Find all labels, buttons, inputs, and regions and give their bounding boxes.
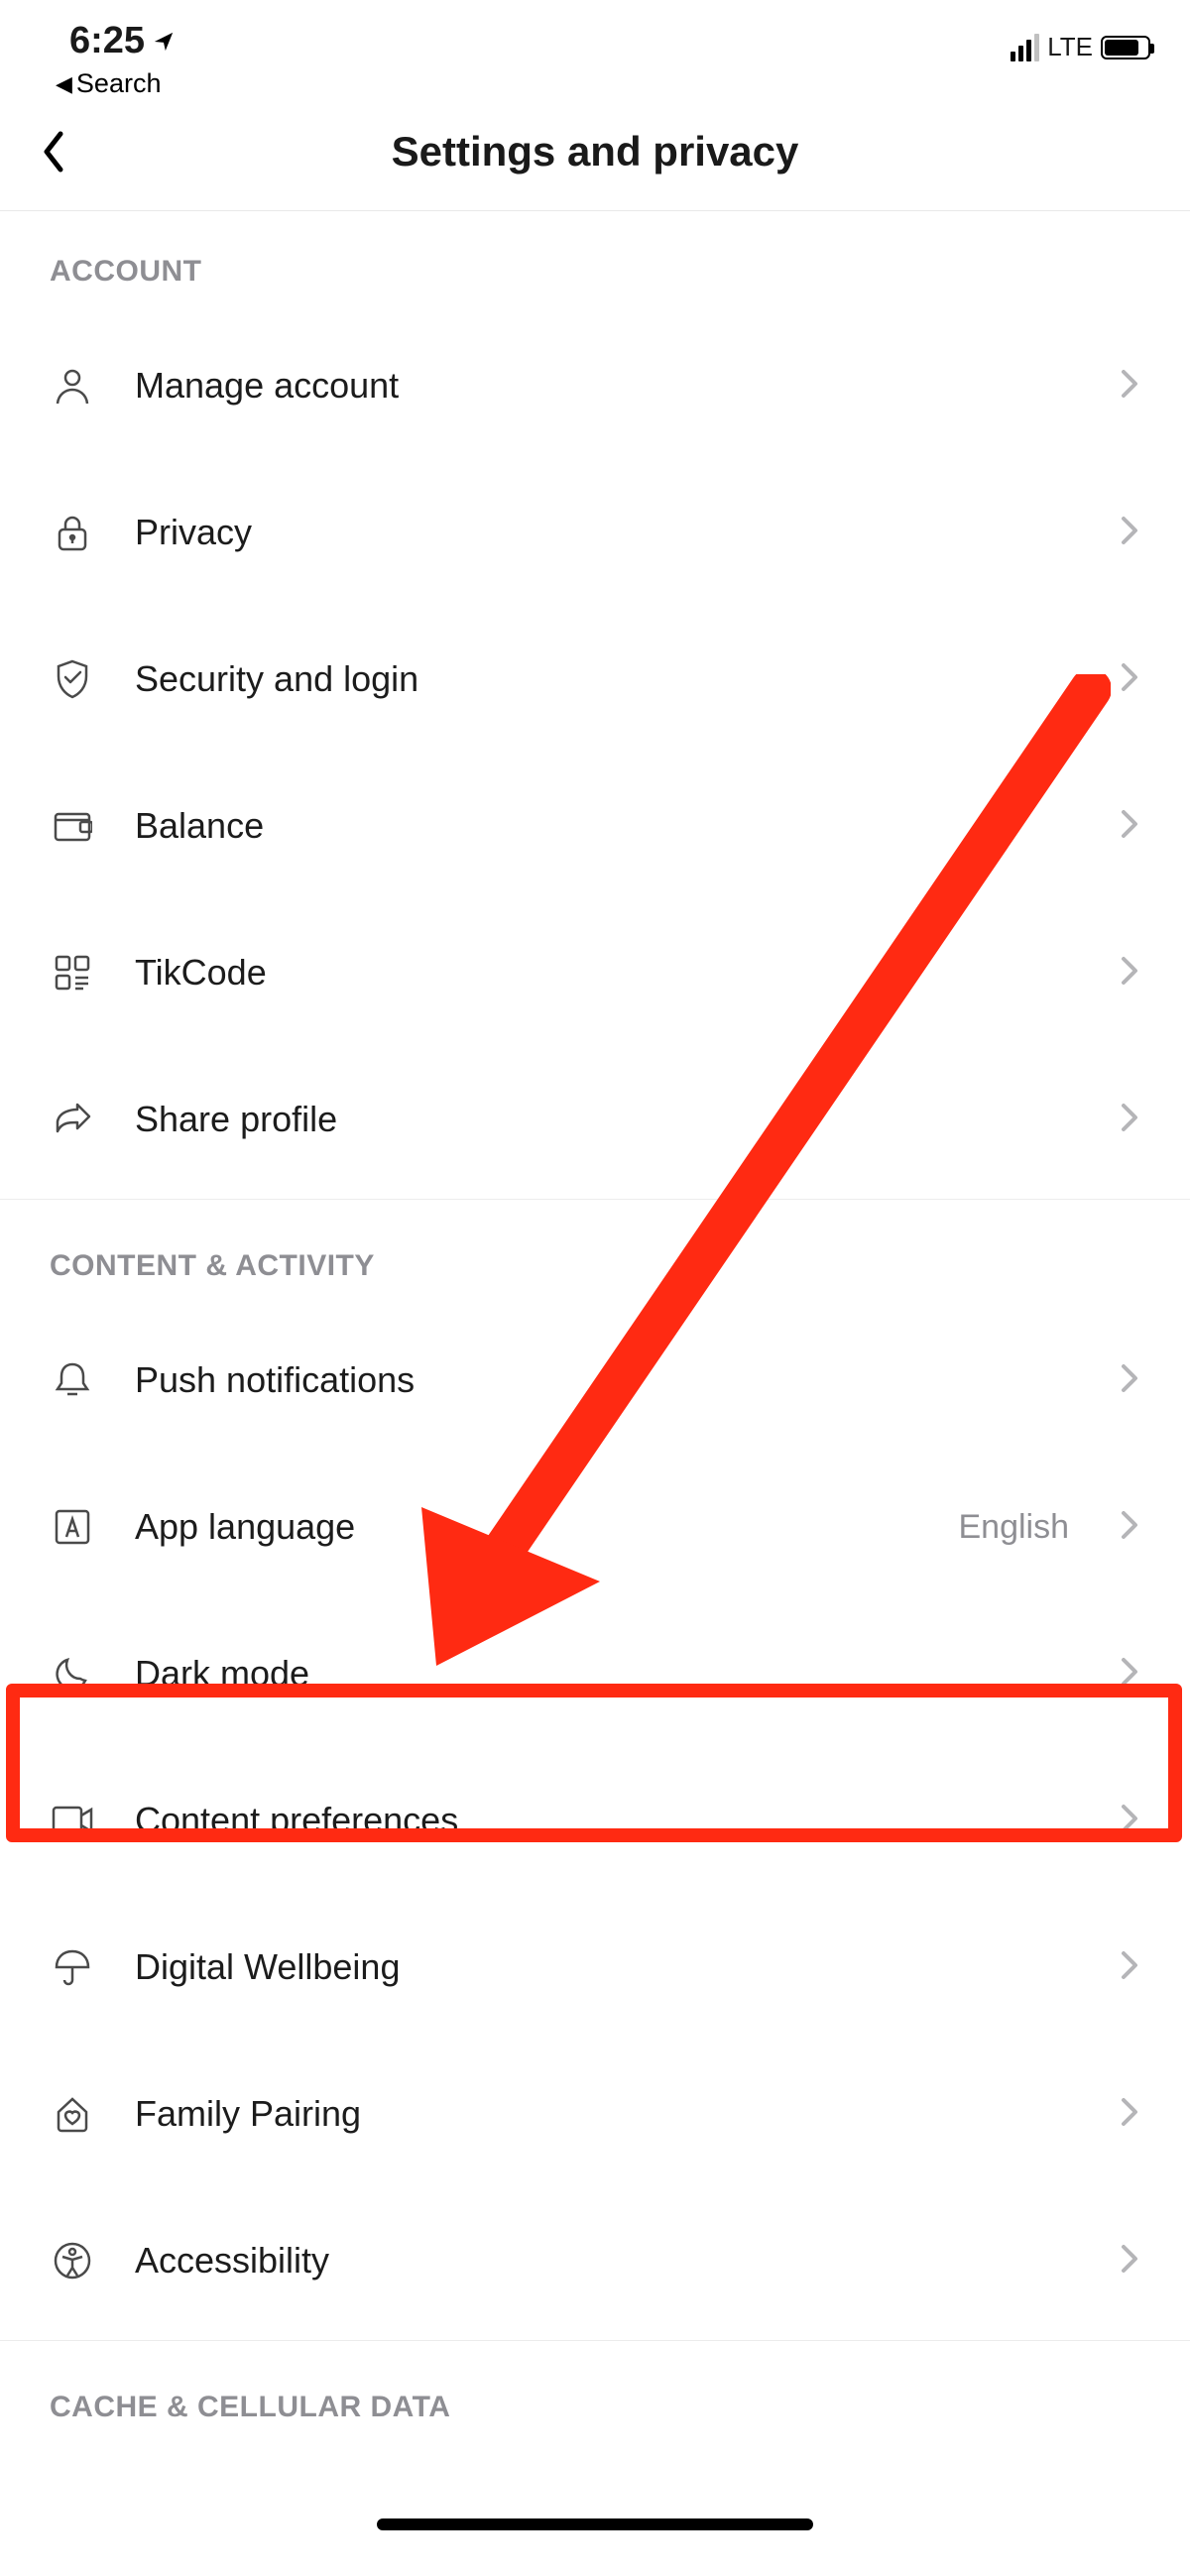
chevron-right-icon bbox=[1121, 1510, 1140, 1545]
row-label: Accessibility bbox=[135, 2240, 1081, 2282]
status-time: 6:25 bbox=[69, 20, 175, 62]
umbrella-icon bbox=[50, 1947, 95, 1987]
chevron-right-icon bbox=[1121, 369, 1140, 404]
row-dark-mode[interactable]: Dark mode bbox=[0, 1600, 1190, 1747]
row-digital-wellbeing[interactable]: Digital Wellbeing bbox=[0, 1894, 1190, 2041]
chevron-right-icon bbox=[1121, 1657, 1140, 1692]
shield-icon bbox=[50, 658, 95, 700]
row-tikcode[interactable]: TikCode bbox=[0, 899, 1190, 1046]
section-divider bbox=[0, 1199, 1190, 1200]
row-label: Balance bbox=[135, 805, 1081, 847]
qrcode-icon bbox=[50, 954, 95, 992]
chevron-right-icon bbox=[1121, 1363, 1140, 1398]
chevron-right-icon bbox=[1121, 809, 1140, 844]
row-accessibility[interactable]: Accessibility bbox=[0, 2187, 1190, 2334]
home-heart-icon bbox=[50, 2094, 95, 2134]
row-manage-account[interactable]: Manage account bbox=[0, 312, 1190, 459]
row-push-notifications[interactable]: Push notifications bbox=[0, 1307, 1190, 1454]
battery-icon bbox=[1101, 36, 1150, 59]
row-label: Push notifications bbox=[135, 1359, 1081, 1401]
chevron-right-icon bbox=[1121, 1950, 1140, 1985]
row-label: Digital Wellbeing bbox=[135, 1946, 1081, 1988]
row-app-language[interactable]: App language English bbox=[0, 1454, 1190, 1600]
bell-icon bbox=[50, 1360, 95, 1400]
section-header-account: ACCOUNT bbox=[0, 211, 1190, 312]
row-share-profile[interactable]: Share profile bbox=[0, 1046, 1190, 1193]
row-label: Manage account bbox=[135, 365, 1081, 407]
chevron-right-icon bbox=[1121, 1103, 1140, 1137]
network-label: LTE bbox=[1047, 32, 1093, 62]
chevron-right-icon bbox=[1121, 1804, 1140, 1838]
row-privacy[interactable]: Privacy bbox=[0, 459, 1190, 606]
row-label: Family Pairing bbox=[135, 2093, 1081, 2135]
chevron-right-icon bbox=[1121, 2097, 1140, 2132]
chevron-right-icon bbox=[1121, 956, 1140, 991]
row-label: TikCode bbox=[135, 952, 1081, 994]
page-header: Settings and privacy bbox=[0, 99, 1190, 211]
person-icon bbox=[50, 366, 95, 406]
status-breadcrumb-back[interactable]: ◀ Search bbox=[56, 68, 161, 99]
share-icon bbox=[50, 1102, 95, 1137]
row-label: App language bbox=[135, 1506, 918, 1548]
row-label: Security and login bbox=[135, 658, 1081, 700]
location-icon bbox=[153, 31, 175, 53]
back-button[interactable] bbox=[40, 127, 69, 176]
moon-icon bbox=[50, 1655, 95, 1693]
section-divider bbox=[0, 2340, 1190, 2341]
section-header-content-activity: CONTENT & ACTIVITY bbox=[0, 1206, 1190, 1307]
row-content-preferences[interactable]: Content preferences bbox=[0, 1747, 1190, 1894]
row-balance[interactable]: Balance bbox=[0, 753, 1190, 899]
wallet-icon bbox=[50, 808, 95, 844]
page-title: Settings and privacy bbox=[0, 128, 1190, 176]
section-header-cache: CACHE & CELLULAR DATA bbox=[0, 2347, 1190, 2434]
home-indicator bbox=[377, 2518, 813, 2530]
language-icon bbox=[50, 1507, 95, 1547]
row-family-pairing[interactable]: Family Pairing bbox=[0, 2041, 1190, 2187]
row-value: English bbox=[958, 1508, 1069, 1547]
accessibility-icon bbox=[50, 2241, 95, 2281]
chevron-right-icon bbox=[1121, 662, 1140, 697]
row-label: Dark mode bbox=[135, 1653, 1081, 1695]
row-label: Privacy bbox=[135, 512, 1081, 553]
signal-icon bbox=[1011, 34, 1039, 61]
chevron-right-icon bbox=[1121, 516, 1140, 550]
chevron-right-icon bbox=[1121, 2244, 1140, 2279]
row-label: Share profile bbox=[135, 1099, 1081, 1140]
video-icon bbox=[50, 1804, 95, 1837]
status-bar: 6:25 ◀ Search LTE bbox=[0, 0, 1190, 99]
row-label: Content preferences bbox=[135, 1800, 1081, 1841]
row-security[interactable]: Security and login bbox=[0, 606, 1190, 753]
lock-icon bbox=[50, 513, 95, 552]
